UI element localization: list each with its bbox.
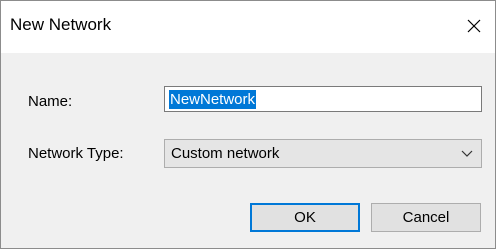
chevron-down-icon bbox=[461, 150, 473, 157]
network-type-value: Custom network bbox=[171, 145, 280, 162]
name-input[interactable]: NewNetwork bbox=[164, 86, 482, 112]
name-label: Name: bbox=[28, 93, 73, 110]
dialog-title: New Network bbox=[10, 15, 112, 34]
close-button[interactable] bbox=[457, 9, 491, 43]
network-type-label: Network Type: bbox=[28, 145, 124, 162]
ok-button[interactable]: OK bbox=[250, 203, 360, 232]
title-bar: New Network bbox=[1, 1, 495, 53]
new-network-dialog: New Network Name: NewNetwork Network Typ… bbox=[0, 0, 496, 249]
cancel-button[interactable]: Cancel bbox=[371, 203, 481, 232]
close-icon bbox=[467, 19, 481, 33]
network-type-select[interactable]: Custom network bbox=[164, 139, 482, 168]
name-input-value: NewNetwork bbox=[169, 90, 257, 109]
